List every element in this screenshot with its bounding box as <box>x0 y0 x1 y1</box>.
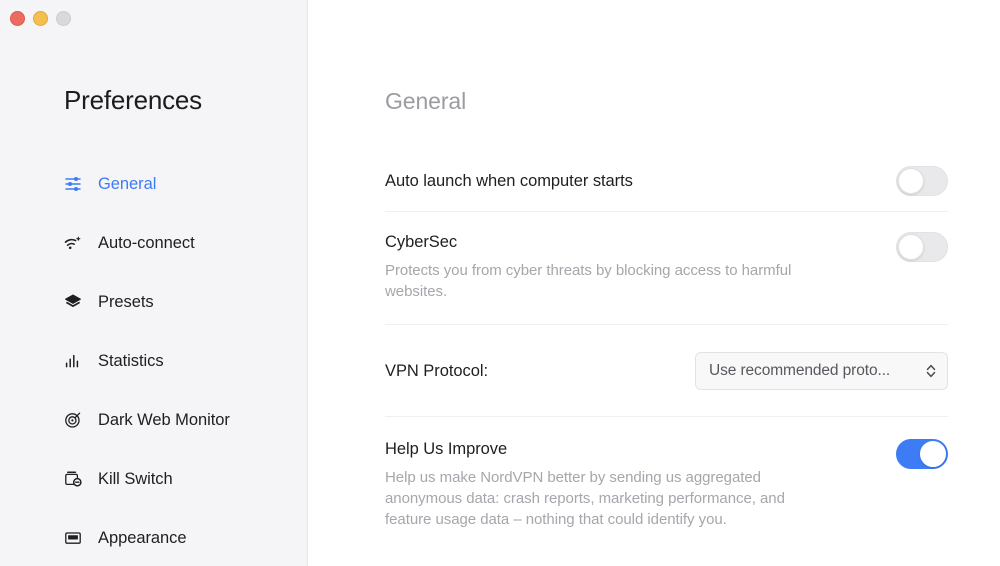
sidebar: Preferences General Auto-connect Presets… <box>0 0 308 566</box>
sidebar-item-label: Auto-connect <box>98 233 195 252</box>
section-title: General <box>385 88 467 114</box>
window-controls <box>10 11 71 26</box>
setting-label: Auto launch when computer starts <box>385 171 633 190</box>
kill-switch-icon <box>62 468 84 490</box>
display-icon <box>62 527 84 549</box>
layers-icon <box>62 291 84 313</box>
toggle-knob <box>920 441 946 467</box>
sidebar-item-statistics[interactable]: Statistics <box>0 343 307 379</box>
content-panel: General Auto launch when computer starts… <box>308 0 1000 566</box>
page-title: Preferences <box>64 85 202 115</box>
sidebar-item-label: Kill Switch <box>98 469 173 488</box>
setting-row-cybersec: CyberSec Protects you from cyber threats… <box>385 212 948 325</box>
auto-launch-toggle[interactable] <box>896 165 948 196</box>
target-icon <box>62 409 84 431</box>
preferences-window: Preferences General Auto-connect Presets… <box>0 0 1000 566</box>
setting-label: CyberSec <box>385 233 458 251</box>
sidebar-item-dark-web-monitor[interactable]: Dark Web Monitor <box>0 402 307 438</box>
setting-row-help-us-improve: Help Us Improve Help us make NordVPN bet… <box>385 417 948 544</box>
zoom-button[interactable] <box>56 11 71 26</box>
setting-texts: VPN Protocol: <box>385 361 508 381</box>
setting-texts: CyberSec Protects you from cyber threats… <box>385 232 825 302</box>
cybersec-toggle[interactable] <box>896 232 948 262</box>
bar-chart-icon <box>62 350 84 372</box>
setting-label: Help Us Improve <box>385 440 508 458</box>
sidebar-item-label: Appearance <box>98 528 187 547</box>
setting-texts: Help Us Improve Help us make NordVPN bet… <box>385 439 825 530</box>
setting-texts: Auto launch when computer starts <box>385 171 653 191</box>
sidebar-item-label: General <box>98 174 157 193</box>
sliders-icon <box>62 173 84 195</box>
sidebar-item-appearance[interactable]: Appearance <box>0 520 307 556</box>
toggle-knob <box>898 167 924 194</box>
sidebar-item-label: Presets <box>98 292 154 311</box>
settings-list: Auto launch when computer starts CyberSe… <box>385 150 948 544</box>
minimize-button[interactable] <box>33 11 48 26</box>
setting-row-vpn-protocol: VPN Protocol: Use recommended proto... <box>385 325 948 417</box>
setting-label: VPN Protocol: <box>385 361 488 380</box>
chevron-updown-icon <box>924 362 938 380</box>
vpn-protocol-selected-value: Use recommended proto... <box>709 361 891 379</box>
setting-row-auto-launch: Auto launch when computer starts <box>385 150 948 212</box>
toggle-knob <box>898 234 924 260</box>
sidebar-item-general[interactable]: General <box>0 166 307 202</box>
close-button[interactable] <box>10 11 25 26</box>
sidebar-item-presets[interactable]: Presets <box>0 284 307 320</box>
sidebar-item-label: Dark Web Monitor <box>98 410 230 429</box>
sidebar-item-kill-switch[interactable]: Kill Switch <box>0 461 307 497</box>
vpn-protocol-select[interactable]: Use recommended proto... <box>695 351 948 390</box>
setting-description: Help us make NordVPN better by sending u… <box>385 469 785 528</box>
help-us-improve-toggle[interactable] <box>896 439 948 469</box>
sidebar-item-label: Statistics <box>98 351 164 370</box>
sidebar-nav: General Auto-connect Presets Statistics … <box>0 166 307 556</box>
setting-description: Protects you from cyber threats by block… <box>385 262 792 300</box>
wifi-sparkle-icon <box>62 232 84 254</box>
sidebar-item-auto-connect[interactable]: Auto-connect <box>0 225 307 261</box>
